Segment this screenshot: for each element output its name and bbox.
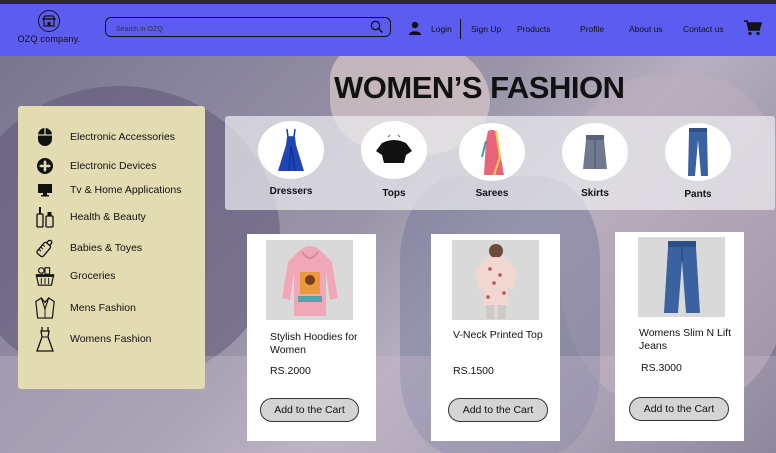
brand-name: OZQ company. [17, 34, 81, 44]
product-image [638, 237, 725, 317]
brand-logo[interactable]: OZQ company. [14, 10, 84, 50]
suit-icon [34, 297, 56, 319]
beauty-products-icon [34, 206, 56, 228]
category-dressers[interactable]: Dressers [258, 121, 324, 197]
products-link[interactable]: Products [517, 24, 551, 34]
sidebar-item-health-beauty[interactable]: Health & Beauty [18, 206, 205, 228]
product-name: Stylish Hoodies for Women [270, 331, 358, 356]
sidebar-item-groceries[interactable]: Groceries [18, 265, 205, 287]
sidebar-item-label: Mens Fashion [70, 302, 136, 314]
user-icon[interactable] [408, 21, 422, 40]
product-price: RS.2000 [270, 365, 311, 377]
profile-link[interactable]: Profile [580, 24, 604, 34]
product-name: Womens Slim N Lift Jeans [639, 327, 731, 352]
navbar: OZQ company. Login Sign Up Products Prof… [0, 4, 776, 56]
sidebar-item-electronic-accessories[interactable]: Electronic Accessories [18, 126, 205, 148]
sidebar-item-label: Electronic Devices [70, 160, 157, 172]
sidebar-item-label: Womens Fashion [70, 333, 152, 345]
baby-bottle-icon [34, 237, 56, 259]
product-price: RS.3000 [641, 362, 682, 374]
sidebar-item-label: Electronic Accessories [70, 131, 176, 143]
login-link[interactable]: Login [431, 24, 452, 34]
product-image [266, 240, 353, 320]
add-to-cart-button[interactable]: Add to the Cart [448, 398, 548, 422]
category-sarees[interactable]: Sarees [459, 123, 525, 199]
dress-icon [258, 121, 324, 179]
category-sidebar: Electronic Accessories Electronic Device… [18, 106, 205, 389]
product-card[interactable]: Womens Slim N Lift Jeans RS.3000 Add to … [615, 232, 744, 441]
category-label: Tops [382, 188, 406, 199]
contact-link[interactable]: Contact us [683, 24, 724, 34]
page-title: WOMEN’S FASHION [334, 70, 625, 105]
sidebar-item-womens-fashion[interactable]: Womens Fashion [18, 327, 205, 352]
category-label: Dressers [269, 186, 313, 197]
search-input[interactable] [106, 20, 356, 39]
sidebar-item-electronic-devices[interactable]: Electronic Devices [18, 155, 205, 177]
product-price: RS.1500 [453, 365, 494, 377]
saree-icon [459, 123, 525, 181]
product-image [452, 240, 539, 320]
signup-link[interactable]: Sign Up [471, 24, 501, 34]
tv-icon [34, 179, 56, 201]
category-pants[interactable]: Pants [665, 123, 731, 200]
category-label: Pants [684, 189, 712, 200]
sidebar-item-mens-fashion[interactable]: Mens Fashion [18, 297, 205, 319]
category-label: Skirts [581, 188, 609, 199]
about-link[interactable]: About us [629, 24, 663, 34]
dress-icon [34, 327, 56, 352]
search-icon[interactable] [370, 20, 384, 39]
add-to-cart-button[interactable]: Add to the Cart [260, 398, 359, 422]
shopping-cart-icon[interactable] [744, 20, 763, 41]
category-skirts[interactable]: Skirts [562, 123, 628, 199]
product-name: V-Neck Printed Top [453, 329, 543, 341]
sidebar-item-label: Health & Beauty [70, 211, 146, 223]
sidebar-item-label: Tv & Home Applications [70, 184, 182, 196]
grocery-basket-icon [34, 265, 56, 287]
category-label: Sarees [475, 188, 509, 199]
sidebar-item-label: Babies & Toyes [70, 242, 143, 254]
mouse-icon [34, 126, 56, 148]
sidebar-item-label: Groceries [70, 270, 116, 282]
sidebar-item-babies-toys[interactable]: Babies & Toyes [18, 237, 205, 259]
crop-top-icon [361, 121, 427, 179]
shop-logo-icon [38, 10, 60, 32]
product-card[interactable]: Stylish Hoodies for Women RS.2000 Add to… [247, 234, 376, 441]
skirt-icon [562, 123, 628, 181]
sidebar-item-tv-home[interactable]: Tv & Home Applications [18, 179, 205, 201]
product-card[interactable]: V-Neck Printed Top RS.1500 Add to the Ca… [431, 234, 560, 441]
add-to-cart-button[interactable]: Add to the Cart [629, 397, 729, 421]
fan-icon [34, 155, 56, 177]
pants-icon [665, 123, 731, 181]
search-bar [105, 17, 391, 39]
category-tops[interactable]: Tops [361, 121, 427, 199]
nav-divider [460, 19, 461, 39]
